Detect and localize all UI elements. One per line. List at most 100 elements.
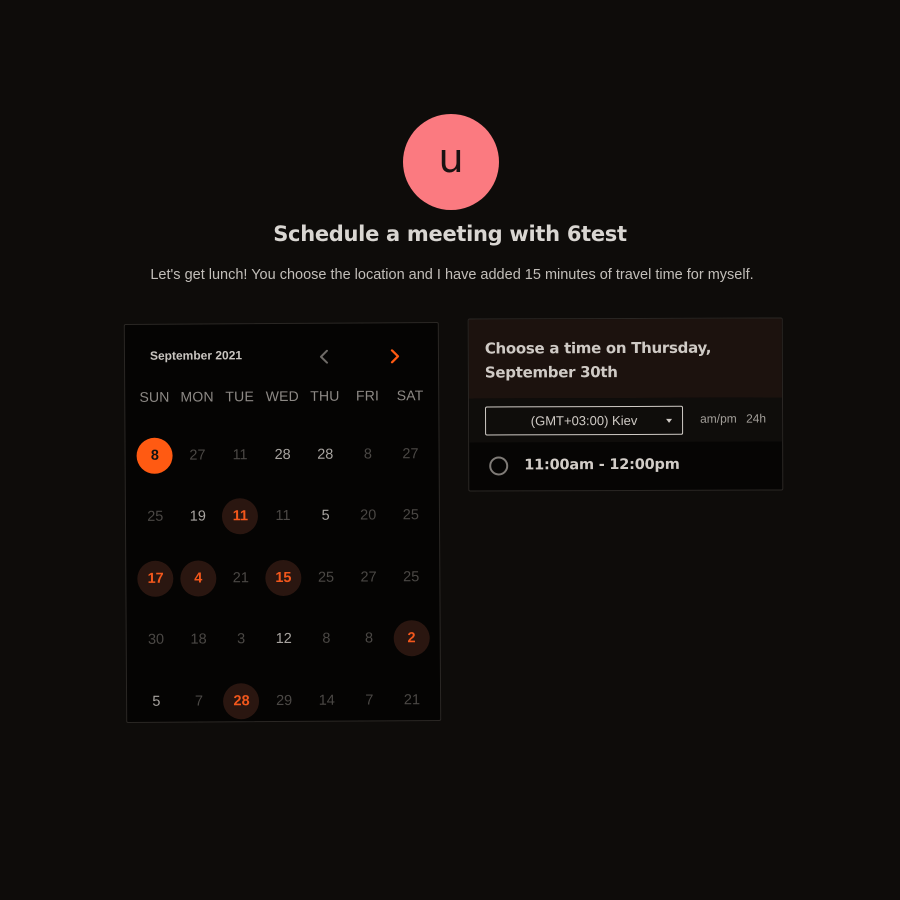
calendar-day-number: 25 <box>402 507 419 524</box>
calendar-day: 12 <box>262 621 305 657</box>
calendar-day: 27 <box>389 436 432 472</box>
date-picker-calendar: September 2021 SUN MON TUE WED THU FRI SAT 8 27… <box>123 322 442 723</box>
calendar-day-available[interactable]: 28 <box>220 682 263 720</box>
calendar-day-number: 27 <box>360 569 377 586</box>
calendar-day-number: 29 <box>276 692 293 709</box>
calendar-day-number: 20 <box>360 507 377 524</box>
calendar-week-row: 5 7 28 29 14 7 21 <box>135 669 435 732</box>
format-24h-toggle[interactable]: 24h <box>746 412 766 426</box>
calendar-day-number: 17 <box>137 560 174 597</box>
calendar-day-number: 5 <box>321 507 330 525</box>
weekday-label-wed: WED <box>265 387 299 405</box>
calendar-day: 25 <box>389 497 432 533</box>
avatar-initial: u <box>438 136 464 182</box>
calendar-day-number: 25 <box>147 508 164 526</box>
calendar-day: 8 <box>346 436 389 472</box>
calendar-day-available[interactable]: 11 <box>219 498 262 535</box>
timezone-value: (GMT+03:00) Kiev <box>530 412 638 429</box>
calendar-day-number: 28 <box>317 446 334 463</box>
time-slot-label: 11:00am - 12:00pm <box>524 456 680 474</box>
weekday-label-thu: THU <box>310 387 340 404</box>
calendar-day: 19 <box>176 499 219 535</box>
calendar-day-selected[interactable]: 8 <box>133 437 176 474</box>
calendar-day: 28 <box>261 437 304 473</box>
weekday-label-sat: SAT <box>396 387 424 404</box>
calendar-day-number: 21 <box>232 569 249 587</box>
calendar-day-number: 4 <box>180 560 217 597</box>
calendar-day-number: 28 <box>274 446 291 463</box>
calendar-day-number: 14 <box>318 692 335 709</box>
calendar-day-number: 8 <box>364 630 374 647</box>
calendar-day: 27 <box>176 437 219 473</box>
calendar-day: 8 <box>348 621 391 657</box>
calendar-day-number: 27 <box>402 445 419 463</box>
calendar-day-available[interactable]: 17 <box>134 560 177 597</box>
calendar-day-number: 19 <box>189 508 206 525</box>
time-slot-option[interactable]: 11:00am - 12:00pm <box>469 442 782 489</box>
next-month-button[interactable] <box>384 345 406 367</box>
calendar-day: 21 <box>219 560 262 596</box>
weekday-header-row: SUN MON TUE WED THU FRI SAT <box>133 387 433 405</box>
calendar-day: 8 <box>305 621 348 657</box>
calendar-day-number: 7 <box>365 692 374 709</box>
page-title: Schedule a meeting with 6test <box>273 222 627 246</box>
calendar-day: 7 <box>178 683 221 719</box>
weekday-label-tue: TUE <box>225 388 255 405</box>
calendar-day-number: 30 <box>147 631 165 649</box>
calendar-day: 29 <box>263 683 306 719</box>
calendar-day-number: 18 <box>190 631 207 648</box>
calendar-day: 20 <box>347 498 390 534</box>
calendar-day-number: 8 <box>136 437 173 474</box>
calendar-day-available[interactable]: 15 <box>262 559 305 596</box>
calendar-day-number: 21 <box>403 691 421 709</box>
calendar-day: 3 <box>220 621 263 657</box>
calendar-day: 28 <box>304 436 347 472</box>
calendar-day: 7 <box>348 682 391 718</box>
calendar-day: 11 <box>219 437 262 473</box>
calendar-day: 27 <box>347 559 390 595</box>
calendar-day: 30 <box>135 622 178 658</box>
calendar-week-row: 30 18 3 12 8 8 2 <box>135 608 435 671</box>
time-panel-header: Choose a time on Thursday, September 30t… <box>468 318 782 399</box>
calendar-day-number: 7 <box>194 693 204 710</box>
month-label: September 2021 <box>149 348 243 363</box>
chevron-right-icon <box>390 349 400 364</box>
radio-button[interactable] <box>489 456 509 476</box>
calendar-day: 11 <box>262 498 305 534</box>
calendar-week-row: 8 27 11 28 28 8 27 <box>133 423 433 486</box>
calendar-day-number: 5 <box>152 693 161 710</box>
calendar-day-number: 12 <box>275 631 292 648</box>
calendar-day-number: 25 <box>403 568 420 586</box>
calendar-day-available[interactable]: 2 <box>390 620 433 657</box>
calendar-day-number: 25 <box>317 569 335 586</box>
timezone-select[interactable]: (GMT+03:00) Kiev <box>485 405 684 436</box>
calendar-day-available[interactable]: 4 <box>177 560 220 597</box>
calendar-day-number: 8 <box>322 630 331 648</box>
weekday-label-sun: SUN <box>139 388 170 405</box>
calendar-day: 5 <box>304 498 347 534</box>
caret-down-icon <box>666 418 673 423</box>
calendar-day-number: 8 <box>363 446 372 463</box>
calendar-day: 14 <box>305 682 348 718</box>
time-panel-title: Choose a time on Thursday, September 30t… <box>484 338 712 382</box>
calendar-day-number: 3 <box>237 631 246 648</box>
previous-month-button[interactable] <box>313 346 335 368</box>
calendar-day: 18 <box>177 622 220 658</box>
calendar-week-row: 25 19 11 11 5 20 25 <box>134 485 434 548</box>
weekday-label-fri: FRI <box>355 387 380 404</box>
weekday-label-mon: MON <box>180 388 214 405</box>
calendar-day-number: 11 <box>232 446 248 464</box>
chevron-left-icon <box>319 349 329 364</box>
host-avatar: u <box>403 114 499 210</box>
calendar-day-number: 15 <box>265 559 302 596</box>
timezone-row: (GMT+03:00) Kiev am/pm 24h <box>468 397 783 443</box>
time-slot-panel: Choose a time on Thursday, September 30t… <box>467 317 784 492</box>
calendar-day: 25 <box>134 499 177 535</box>
calendar-day-number: 11 <box>275 508 291 525</box>
calendar-day: 21 <box>391 682 434 718</box>
format-ampm-toggle[interactable]: am/pm <box>700 412 737 426</box>
calendar-day-number: 11 <box>222 498 259 535</box>
calendar-day: 5 <box>135 683 178 719</box>
calendar-day-number: 28 <box>223 682 260 720</box>
calendar-day-number: 2 <box>393 620 430 657</box>
